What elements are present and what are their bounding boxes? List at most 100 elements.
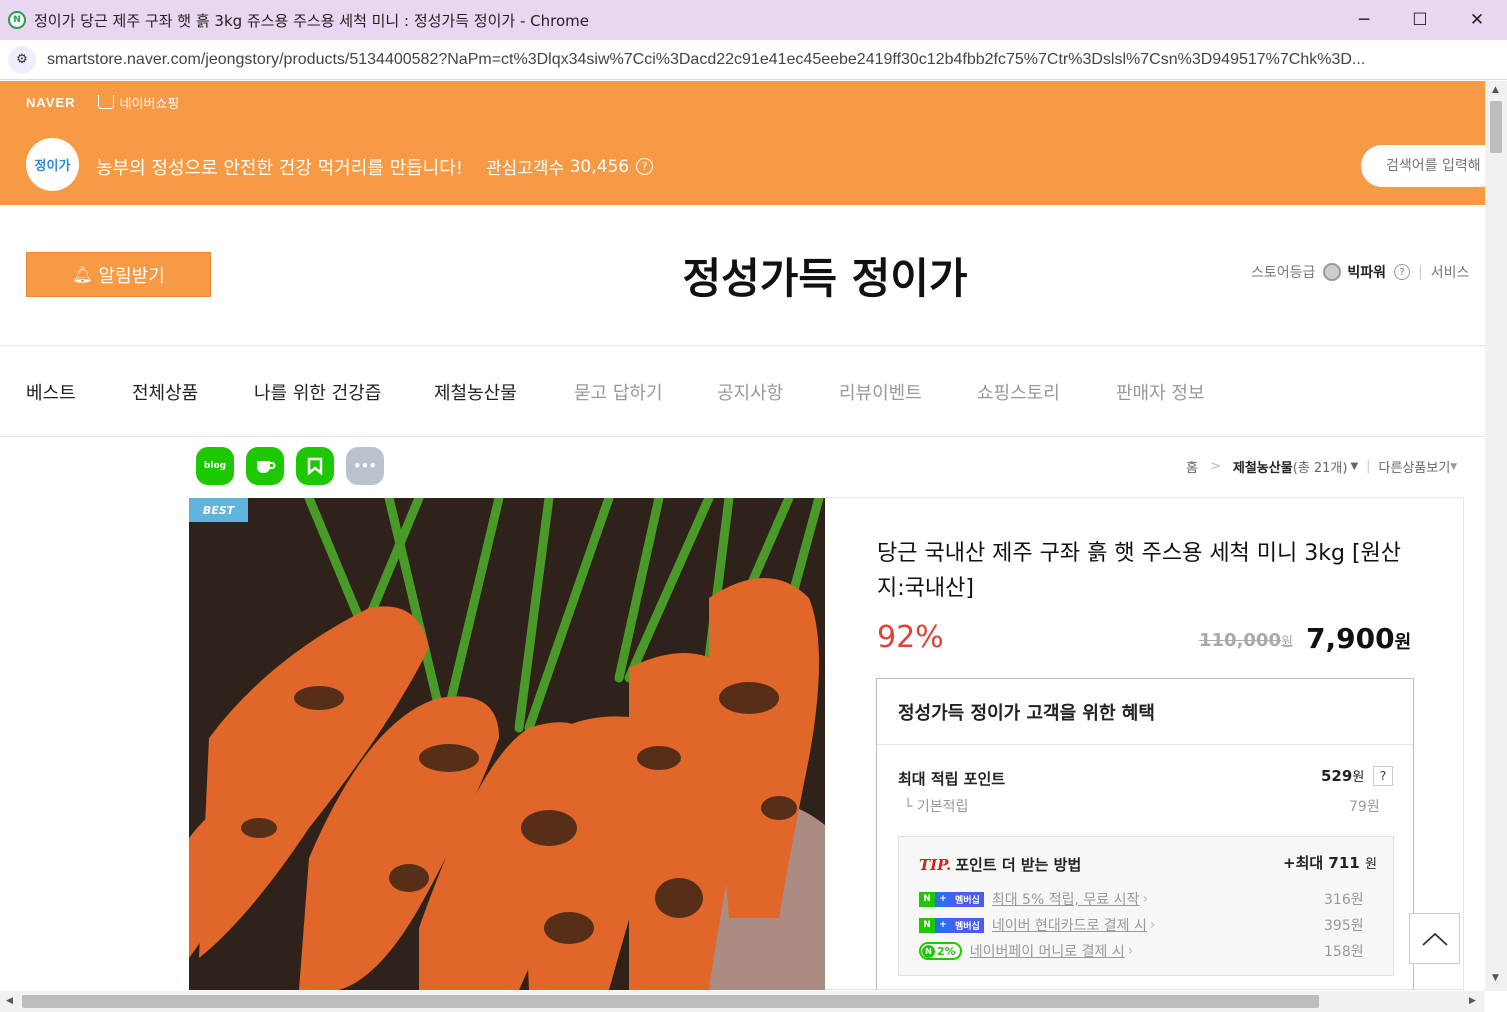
chevron-right-icon: › [1127,943,1134,959]
vertical-scroll-thumb[interactable] [1490,101,1502,153]
other-products-link[interactable]: 다른상품보기 [1379,457,1451,476]
original-price: 110,000원 [1199,630,1293,651]
point-help-icon[interactable]: ? [1373,766,1393,786]
chevron-right-icon: › [1149,917,1156,933]
benefit-row-label: 네이버페이 머니로 결제 시 [969,944,1125,960]
address-bar: ⚙ smartstore.naver.com/jeongstory/produc… [0,40,1507,80]
naver-logo[interactable]: NAVER [26,95,76,110]
nav-item-health-juice[interactable]: 나를 위한 건강즙 [254,379,381,405]
naver-shopping-label: 네이버쇼핑 [119,96,180,112]
max-point-label: 최대 적립 포인트 [898,770,1006,788]
nav-item-notice[interactable]: 공지사항 [717,379,783,405]
naver-shopping-link[interactable]: 네이버쇼핑 [97,93,180,112]
caret-down-icon[interactable]: ▼ [1350,461,1358,472]
membership-link[interactable]: N + 멤버십 최대 5% 적립, 무료 시작 › [919,889,1148,909]
base-point-text: 기본적립 [916,799,969,815]
benefit-row-value: 316원 [1324,892,1364,908]
original-price-value: 110,000 [1199,630,1281,651]
nav-item-best[interactable]: 베스트 [26,379,76,405]
breadcrumb-category[interactable]: 제철농산물 [1233,457,1293,476]
interest-customers: 관심고객수 30,456 ? [486,154,654,179]
naver-plus-membership-badge: N + 멤버십 [919,891,984,907]
nav-item-qna[interactable]: 묻고 답하기 [574,379,663,405]
medal-icon [1323,263,1342,281]
interest-count: 30,456 [569,156,630,177]
divider: | [1418,264,1423,280]
chevron-up-icon [1421,932,1448,946]
scroll-right-arrow-icon[interactable]: ▶ [1469,996,1476,1006]
benefit-row-label: 최대 5% 적립, 무료 시작 [991,892,1140,908]
naver-plus-membership-badge: N + 멤버십 [919,917,984,933]
category-nav: 베스트 전체상품 나를 위한 건강즙 제철농산물 묻고 답하기 공지사항 리뷰이… [0,345,1485,437]
url-field[interactable]: smartstore.naver.com/jeongstory/products… [47,51,1487,69]
benefit-row-value: 158원 [1324,944,1364,960]
naver-top-strip: NAVER 네이버쇼핑 [0,81,1485,123]
horizontal-scroll-thumb[interactable] [22,995,1319,1008]
product-title: 당근 국내산 제주 구좌 흙 햇 주스용 세척 미니 3kg [원산지:국내산] [877,541,1402,601]
tip-word: TIP. [919,856,952,874]
blog-share-icon[interactable]: blog [196,447,234,485]
chevron-right-icon: › [1142,891,1148,907]
bookmark-icon [307,457,323,475]
site-info-icon[interactable]: ⚙ [8,45,36,74]
store-slogan: 농부의 정성으로 안전한 건강 먹거리를 만듭니다! [96,158,464,179]
base-point-label: └ 기본적립 [904,799,969,815]
base-point-value: 79원 [1349,799,1380,815]
nav-item-seasonal[interactable]: 제철농산물 [434,379,517,405]
nav-item-all-products[interactable]: 전체상품 [132,379,198,405]
tip-title-text: 포인트 더 받는 방법 [955,856,1082,874]
horizontal-scrollbar[interactable]: ◀ ▶ [0,991,1485,1012]
product-image[interactable] [189,498,825,990]
store-banner: 정이가 농부의 정성으로 안전한 건강 먹거리를 만듭니다! 관심고객수 30,… [0,123,1501,205]
interest-label: 관심고객수 [486,159,565,179]
cafe-share-icon[interactable] [246,447,284,485]
minimize-button[interactable]: ─ [1335,0,1393,40]
service-link[interactable]: 서비스 [1431,262,1470,282]
nav-item-shopping-story[interactable]: 쇼핑스토리 [977,379,1060,405]
sale-price-value: 7,900 [1306,622,1395,655]
naver-smartstore-icon: N [8,11,26,29]
tip-max-value: +최대 711 [1283,854,1360,872]
naverpay-2-percent-badge: N 2% [919,942,962,960]
store-search-input[interactable] [1361,145,1501,187]
max-point-amount: 529 [1321,767,1353,785]
scroll-up-arrow-icon[interactable]: ▲ [1492,85,1499,95]
band-share-icon[interactable] [296,447,334,485]
window-titlebar: N 정이가 당근 제주 구좌 햇 흙 3kg 쥬스용 주스용 세척 미니 : 정… [0,0,1507,40]
nav-item-review-event[interactable]: 리뷰이벤트 [839,379,922,405]
store-grade-value: 빅파워 [1347,265,1387,281]
store-logo[interactable]: 정이가 [26,138,79,191]
best-badge: BEST [189,498,248,522]
breadcrumb: 홈 > 제철농산물 (총 21개) ▼ | 다른상품보기 ▼ [1186,457,1457,476]
benefit-title: 정성가득 정이가 고객을 위한 혜택 [877,679,1413,745]
tip-box: TIP. 포인트 더 받는 방법 +최대 711 원 N + 멤버십 최대 5% 적립… [898,836,1394,976]
hyundai-card-link[interactable]: N + 멤버십 네이버 현대카드로 결제 시 › [919,915,1155,935]
max-point-value: 529원 [1321,766,1364,785]
tip-max: +최대 711 원 [1283,852,1377,873]
more-share-icon[interactable]: ••• [346,447,384,485]
close-button[interactable]: ✕ [1448,0,1506,40]
breadcrumb-home[interactable]: 홈 [1186,457,1198,476]
benefit-row-label: 네이버 현대카드로 결제 시 [991,918,1147,934]
scroll-to-top-button[interactable] [1409,913,1460,964]
sale-price: 7,900원 [1306,622,1411,655]
grade-help-icon[interactable]: ? [1394,264,1411,280]
scroll-down-arrow-icon[interactable]: ▼ [1492,973,1499,983]
maximize-button[interactable]: ☐ [1391,0,1449,40]
nav-item-seller-info[interactable]: 판매자 정보 [1116,379,1205,405]
currency-label: 원 [1394,632,1412,653]
vertical-scrollbar[interactable]: ▲ ▼ [1485,81,1507,991]
breadcrumb-count: (총 21개) [1292,461,1348,476]
naverpay-money-link[interactable]: N 2% 네이버페이 머니로 결제 시 › [919,941,1133,961]
scroll-left-arrow-icon[interactable]: ◀ [6,996,13,1006]
discount-rate: 92% [877,620,944,655]
store-grade: 스토어등급 빅파워 ? | 서비스 [1251,262,1469,282]
window-title: 정이가 당근 제주 구좌 햇 흙 3kg 쥬스용 주스용 세척 미니 : 정성가… [34,11,589,30]
currency-label: 원 [1352,770,1365,785]
store-grade-label: 스토어등급 [1251,265,1316,281]
benefit-row-value: 395원 [1324,918,1364,934]
help-icon[interactable]: ? [636,158,654,175]
currency-label: 원 [1364,857,1377,872]
currency-label: 원 [1280,635,1293,650]
cup-icon [257,461,276,473]
